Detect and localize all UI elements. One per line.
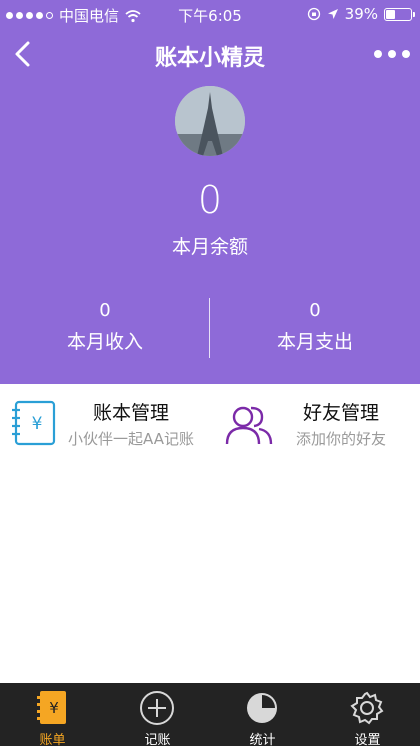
svg-text:¥: ¥ <box>32 414 43 434</box>
tab-statistics-label: 统计 <box>249 733 276 746</box>
gear-icon <box>347 689 387 727</box>
orientation-lock-icon <box>307 7 320 21</box>
ledger-book-icon: ¥ <box>12 400 56 446</box>
tab-bills[interactable]: ¥ 账单 <box>0 683 105 746</box>
nav-bar: 账本小精灵 <box>0 28 420 80</box>
more-dots-icon[interactable] <box>374 42 410 66</box>
ledger-management-title: 账本管理 <box>92 402 169 424</box>
feature-cards: ¥ 账本管理 小伙伴一起AA记账 好友管理 添加你的好友 <box>0 384 420 458</box>
pie-chart-icon <box>242 689 282 727</box>
battery-percent: 39% <box>344 5 378 23</box>
income-label: 本月收入 <box>66 331 143 353</box>
balance-value: 0 <box>197 178 223 222</box>
tab-statistics[interactable]: 统计 <box>210 683 315 746</box>
status-right: 39% <box>307 5 415 23</box>
tab-bills-label: 账单 <box>39 733 66 746</box>
balance-label: 本月余额 <box>171 236 248 258</box>
expense-label: 本月支出 <box>276 331 353 353</box>
friend-management-subtitle: 添加你的好友 <box>295 430 386 448</box>
header-panel: 中国电信 下午6:05 39% 账本小精灵 0 本月余额 0 本月收入 0 本月… <box>0 0 420 384</box>
expense-value: 0 <box>309 300 321 321</box>
eiffel-tower-image <box>175 86 245 156</box>
ledger-management-card[interactable]: ¥ 账本管理 小伙伴一起AA记账 <box>0 384 210 458</box>
tab-bar: ¥ 账单 记账 统计 设置 <box>0 683 420 746</box>
bills-icon: ¥ <box>32 689 72 727</box>
status-bar: 中国电信 下午6:05 39% <box>0 0 420 28</box>
income-stat[interactable]: 0 本月收入 <box>0 300 210 354</box>
battery-icon <box>384 7 415 21</box>
plus-circle-icon <box>137 689 177 727</box>
tab-settings-label: 设置 <box>354 733 381 746</box>
friend-management-card[interactable]: 好友管理 添加你的好友 <box>210 384 420 458</box>
income-value: 0 <box>99 300 111 321</box>
ledger-management-subtitle: 小伙伴一起AA记账 <box>68 430 194 448</box>
svg-text:¥: ¥ <box>49 699 59 717</box>
tab-add-record-label: 记账 <box>144 733 171 746</box>
tab-settings[interactable]: 设置 <box>315 683 420 746</box>
expense-stat[interactable]: 0 本月支出 <box>210 300 420 354</box>
friend-management-title: 好友管理 <box>302 402 379 424</box>
avatar[interactable] <box>175 86 245 156</box>
tab-add-record[interactable]: 记账 <box>105 683 210 746</box>
location-icon <box>327 9 338 19</box>
page-title: 账本小精灵 <box>154 46 265 71</box>
